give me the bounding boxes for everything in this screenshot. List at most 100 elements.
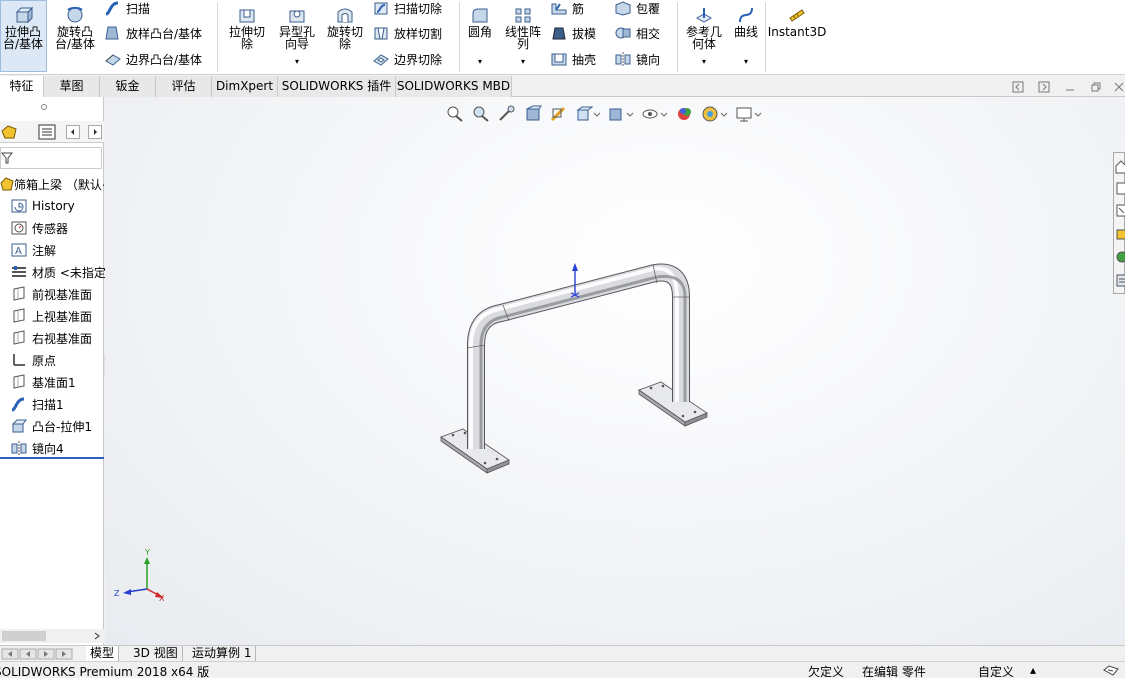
rebuild-status-icon[interactable]	[1102, 664, 1120, 677]
shell-icon	[551, 53, 567, 66]
file-explorer-icon[interactable]	[1114, 225, 1125, 243]
resources-icon[interactable]	[1114, 179, 1125, 197]
edit-appearance-icon[interactable]	[675, 105, 695, 123]
extrude-boss-button[interactable]: 拉伸凸 台/基体	[1, 0, 45, 50]
panel-horizontal-scrollbar[interactable]	[0, 629, 104, 643]
rollback-bar[interactable]	[0, 457, 104, 459]
panel-collapse-dot-icon[interactable]	[40, 103, 48, 111]
tab-motion-study[interactable]: 运动算例 1	[188, 646, 257, 662]
restore-icon[interactable]	[1090, 81, 1102, 93]
instant3d-button[interactable]: Instant3D	[768, 0, 826, 38]
boundary-cut-button[interactable]: 边界切除	[372, 49, 442, 69]
tab-sheet-metal[interactable]: 钣金	[100, 76, 156, 97]
tree-item[interactable]: 上视基准面	[10, 305, 114, 327]
graphics-area[interactable]: Y X Z	[105, 97, 1125, 645]
draft-icon	[552, 27, 566, 40]
sweep-button[interactable]: 扫描	[104, 0, 150, 18]
units-caret-icon[interactable]: ▴	[1030, 663, 1036, 677]
tile-right-icon[interactable]	[1038, 81, 1050, 93]
tree-item[interactable]: 前视基准面	[10, 283, 114, 305]
filter-icon[interactable]	[1, 151, 13, 165]
material-icon	[12, 266, 26, 277]
sweep-cut-button[interactable]: 扫描切除	[372, 0, 442, 18]
origin-icon	[13, 354, 25, 366]
tab-sketch[interactable]: 草图	[44, 76, 100, 97]
design-library-icon[interactable]	[1114, 201, 1125, 219]
view-settings-icon[interactable]	[735, 105, 763, 123]
intersect-icon	[615, 27, 631, 39]
minimize-icon[interactable]	[1064, 81, 1076, 93]
task-pane-tabs	[1113, 152, 1125, 294]
tab-solidworks-addins[interactable]: SOLIDWORKS 插件	[278, 76, 396, 97]
units-custom-button[interactable]: 自定义	[978, 663, 1014, 678]
wrap-button[interactable]: 包覆	[614, 0, 660, 18]
tab-features[interactable]: 特征	[0, 76, 44, 97]
tree-item[interactable]: History	[10, 195, 114, 217]
feature-manager-tab-icon[interactable]	[0, 123, 22, 141]
tree-item[interactable]: 凸台-拉伸1	[10, 415, 114, 437]
tree-item[interactable]: 材质 <未指定	[10, 261, 114, 283]
tab-solidworks-mbd[interactable]: SOLIDWORKS MBD	[396, 76, 512, 97]
tree-item[interactable]: A 注解	[10, 239, 114, 261]
3d-model-handrail[interactable]	[425, 257, 725, 487]
svg-text:A: A	[15, 246, 22, 257]
view-orientation-icon[interactable]	[575, 105, 601, 123]
draft-button[interactable]: 拔模	[550, 23, 596, 43]
loft-cut-button[interactable]: 放样切割	[372, 23, 442, 43]
tree-part-root[interactable]: 筛箱上梁 （默认<	[0, 173, 104, 195]
tab-model[interactable]: 模型	[86, 646, 120, 662]
dynamic-annotation-icon[interactable]	[549, 105, 569, 123]
mirror-button[interactable]: 镜向	[614, 49, 660, 69]
scroll-right-icon[interactable]	[88, 125, 102, 139]
tree-item[interactable]: 扫描1	[10, 393, 114, 415]
tree-item[interactable]: 右视基准面	[10, 327, 114, 349]
tree-item[interactable]: 原点	[10, 349, 114, 371]
curves-button[interactable]: 曲线 ▾	[729, 0, 763, 68]
apply-scene-icon[interactable]	[701, 105, 729, 123]
close-icon[interactable]	[1113, 81, 1125, 93]
scroll-right-arrow-icon[interactable]	[92, 631, 102, 641]
fillet-button[interactable]: 圆角 ▾	[462, 0, 498, 68]
tab-navigation-arrows-icon[interactable]	[0, 648, 80, 660]
tree-item[interactable]: 镜向4	[10, 437, 114, 459]
ribbon-separator	[217, 2, 218, 72]
scrollbar-thumb[interactable]	[2, 631, 46, 641]
boundary-boss-button[interactable]: 边界凸台/基体	[104, 49, 202, 69]
tab-dimxpert[interactable]: DimXpert	[212, 76, 278, 97]
intersect-button[interactable]: 相交	[614, 23, 660, 43]
plane-icon	[13, 374, 25, 389]
previous-view-icon[interactable]	[497, 105, 517, 123]
tab-evaluate[interactable]: 评估	[156, 76, 212, 97]
revolve-boss-button[interactable]: 旋转凸 台/基体	[52, 0, 98, 50]
history-icon	[11, 199, 27, 213]
extrude-cut-button[interactable]: 拉伸切 除	[224, 0, 270, 50]
tree-item[interactable]: 基准面1	[10, 371, 114, 393]
sweep-icon	[105, 1, 119, 16]
revolve-cut-button[interactable]: 旋转切 除	[322, 0, 368, 50]
sensor-icon	[11, 221, 27, 235]
linear-pattern-button[interactable]: 线性阵 列 ▾	[500, 0, 546, 68]
section-view-icon[interactable]	[523, 105, 543, 123]
appearances-icon[interactable]	[1114, 248, 1125, 266]
edit-mode-status: 在编辑 零件	[862, 665, 926, 678]
hole-wizard-button[interactable]: 异型孔 向导 ▾	[273, 0, 321, 68]
tile-left-icon[interactable]	[1012, 81, 1024, 93]
zoom-to-area-icon[interactable]	[471, 105, 491, 123]
custom-properties-icon[interactable]	[1114, 271, 1125, 289]
bottom-tab-bar: 模型 3D 视图 运动算例 1	[0, 645, 1125, 662]
reference-geometry-button[interactable]: 参考几 何体 ▾	[681, 0, 727, 68]
hide-show-items-icon[interactable]	[641, 105, 669, 123]
tree-item[interactable]: 传感器	[10, 217, 114, 239]
home-icon[interactable]	[1114, 157, 1125, 175]
loft-boss-icon	[105, 26, 119, 40]
loft-boss-button[interactable]: 放样凸台/基体	[104, 23, 202, 43]
scroll-left-icon[interactable]	[66, 125, 80, 139]
tab-3d-views[interactable]: 3D 视图	[129, 646, 183, 662]
property-manager-tab-icon[interactable]	[36, 123, 58, 141]
zoom-to-fit-icon[interactable]	[445, 105, 465, 123]
rib-button[interactable]: 筋	[550, 0, 584, 18]
tree-filter-box[interactable]	[0, 147, 102, 169]
wrap-icon	[615, 1, 631, 16]
shell-button[interactable]: 抽壳	[550, 49, 596, 69]
display-style-icon[interactable]	[607, 105, 635, 123]
